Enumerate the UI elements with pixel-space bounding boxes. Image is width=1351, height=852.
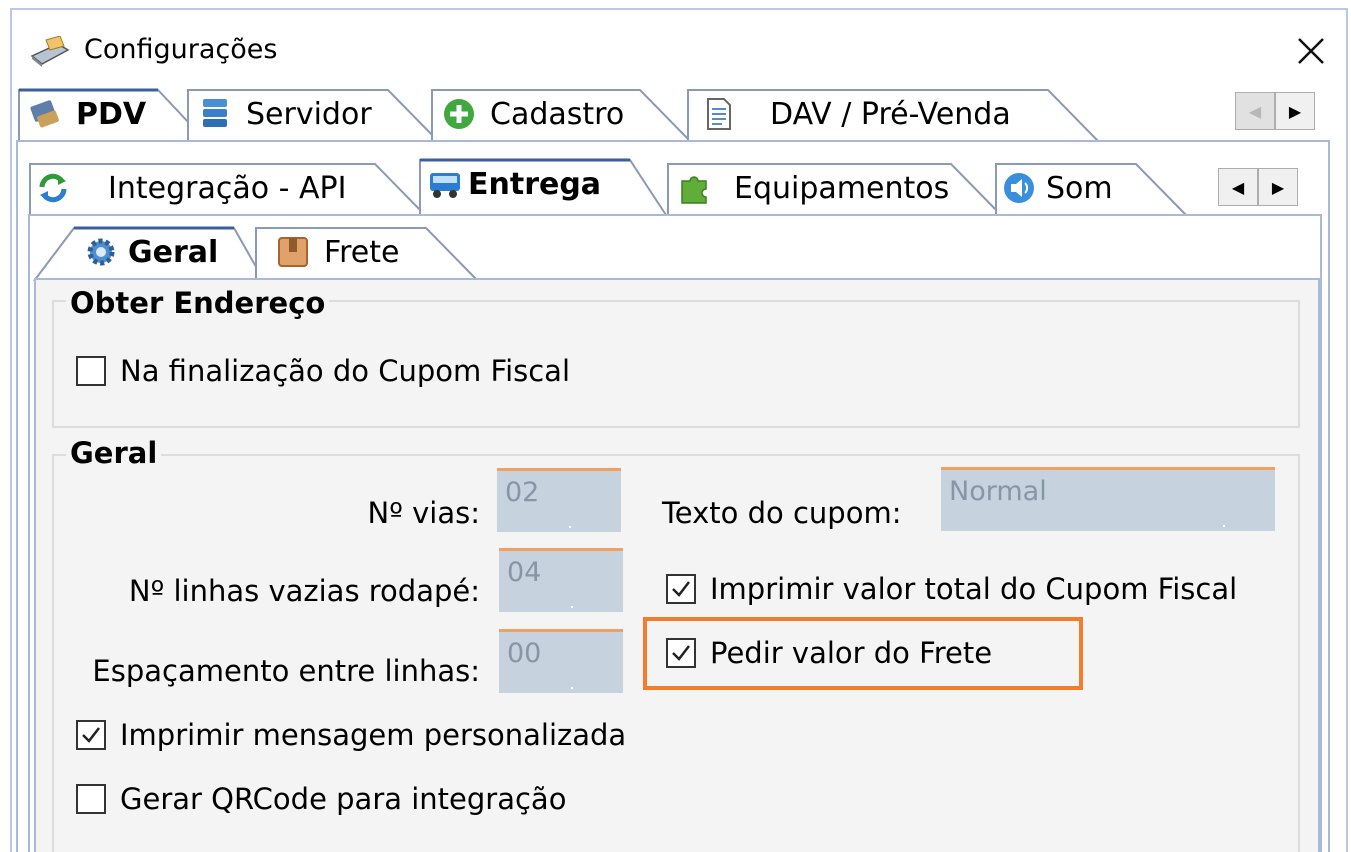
checkbox-box xyxy=(76,720,106,750)
obter-endereco-title: Obter Endereço xyxy=(66,286,330,320)
tab-servidor[interactable]: Servidor xyxy=(187,88,439,142)
document-icon xyxy=(707,98,731,130)
imprimir-valor-total-label: Imprimir valor total do Cupom Fiscal xyxy=(710,572,1238,606)
tab-row2-nav: ◀ ▶ xyxy=(1218,168,1298,206)
tab-pdv[interactable]: PDV xyxy=(18,88,207,142)
tab-pdv-label: PDV xyxy=(76,96,147,132)
printer-icon xyxy=(30,36,70,67)
tab-som[interactable]: Som xyxy=(995,162,1196,216)
chevron-left-icon: ◀ xyxy=(1248,101,1262,121)
truck-icon xyxy=(430,173,460,198)
tab-row2-prev-button[interactable]: ◀ xyxy=(1218,168,1258,206)
imprimir-mensagem-checkbox[interactable]: Imprimir mensagem personalizada xyxy=(76,718,626,752)
tab-equipamentos[interactable]: Equipamentos xyxy=(656,162,1016,216)
title-bar: Configurações xyxy=(12,10,1346,90)
close-button[interactable] xyxy=(1288,28,1334,74)
tab-integracao-label: Integração - API xyxy=(108,170,347,206)
tab-row1-nav: ◀ ▶ xyxy=(1235,92,1315,130)
puzzle-icon xyxy=(681,176,707,204)
close-icon xyxy=(1298,38,1324,64)
chevron-right-icon: ▶ xyxy=(1288,101,1302,121)
tab-equipamentos-label: Equipamentos xyxy=(734,170,950,206)
n-vias-input[interactable]: 02 xyxy=(497,468,621,532)
chevron-right-icon: ▶ xyxy=(1271,177,1285,197)
pedir-valor-frete-label: Pedir valor do Frete xyxy=(710,636,993,670)
na-finalizacao-checkbox[interactable]: Na finalização do Cupom Fiscal xyxy=(76,354,570,388)
tab-cadastro-label: Cadastro xyxy=(490,96,625,132)
add-icon xyxy=(444,99,474,129)
checkbox-box xyxy=(76,784,106,814)
na-finalizacao-label: Na finalização do Cupom Fiscal xyxy=(120,354,571,388)
tab-cadastro[interactable]: Cadastro xyxy=(431,88,692,142)
tab-som-label: Som xyxy=(1046,170,1113,206)
speaker-icon xyxy=(1004,173,1034,203)
espacamento-label: Espaçamento entre linhas: xyxy=(92,654,480,688)
geral-group-title: Geral xyxy=(66,436,162,470)
tab-geral-label: Geral xyxy=(128,234,219,270)
pdv-icon xyxy=(30,100,59,128)
checkbox-box xyxy=(666,638,696,668)
tab-integracao-api[interactable]: Integração - API xyxy=(29,162,430,216)
gear-icon xyxy=(87,238,115,266)
checkmark-icon xyxy=(672,645,690,661)
n-linhas-input[interactable]: 04 xyxy=(499,548,623,612)
tab-dav-label: DAV / Pré-Venda xyxy=(770,96,1011,132)
checkbox-box xyxy=(76,356,106,386)
checkbox-box xyxy=(666,574,696,604)
tab-row1-prev-button[interactable]: ◀ xyxy=(1235,92,1275,130)
database-icon xyxy=(203,99,227,127)
espacamento-input[interactable]: 00 xyxy=(499,629,623,693)
tab-servidor-label: Servidor xyxy=(246,96,372,132)
imprimir-mensagem-label: Imprimir mensagem personalizada xyxy=(120,718,627,752)
tab-geral[interactable]: Geral xyxy=(33,226,265,282)
tab-frete[interactable]: Frete xyxy=(255,226,486,280)
texto-cupom-input[interactable]: Normal xyxy=(941,467,1275,531)
window-title: Configurações xyxy=(84,34,278,65)
tab-row1-next-button[interactable]: ▶ xyxy=(1275,92,1315,130)
tab-frete-label: Frete xyxy=(324,234,400,270)
gerar-qrcode-label: Gerar QRCode para integração xyxy=(120,782,567,816)
n-linhas-label: Nº linhas vazias rodapé: xyxy=(128,574,480,608)
tab-dav-prevenda[interactable]: DAV / Pré-Venda xyxy=(687,88,1108,142)
imprimir-valor-total-checkbox[interactable]: Imprimir valor total do Cupom Fiscal xyxy=(666,572,1237,606)
tab-row2-next-button[interactable]: ▶ xyxy=(1258,168,1298,206)
tab-entrega-label: Entrega xyxy=(468,166,602,202)
box-icon xyxy=(278,237,308,267)
pedir-valor-frete-checkbox[interactable]: Pedir valor do Frete xyxy=(666,636,992,670)
sync-icon xyxy=(39,173,67,203)
texto-cupom-label: Texto do cupom: xyxy=(662,496,902,530)
gerar-qrcode-checkbox[interactable]: Gerar QRCode para integração xyxy=(76,782,566,816)
checkmark-icon xyxy=(672,581,690,597)
chevron-left-icon: ◀ xyxy=(1231,177,1245,197)
n-vias-label: Nº vias: xyxy=(367,496,480,530)
tab-entrega[interactable]: Entrega xyxy=(419,158,670,216)
checkmark-icon xyxy=(82,727,100,743)
